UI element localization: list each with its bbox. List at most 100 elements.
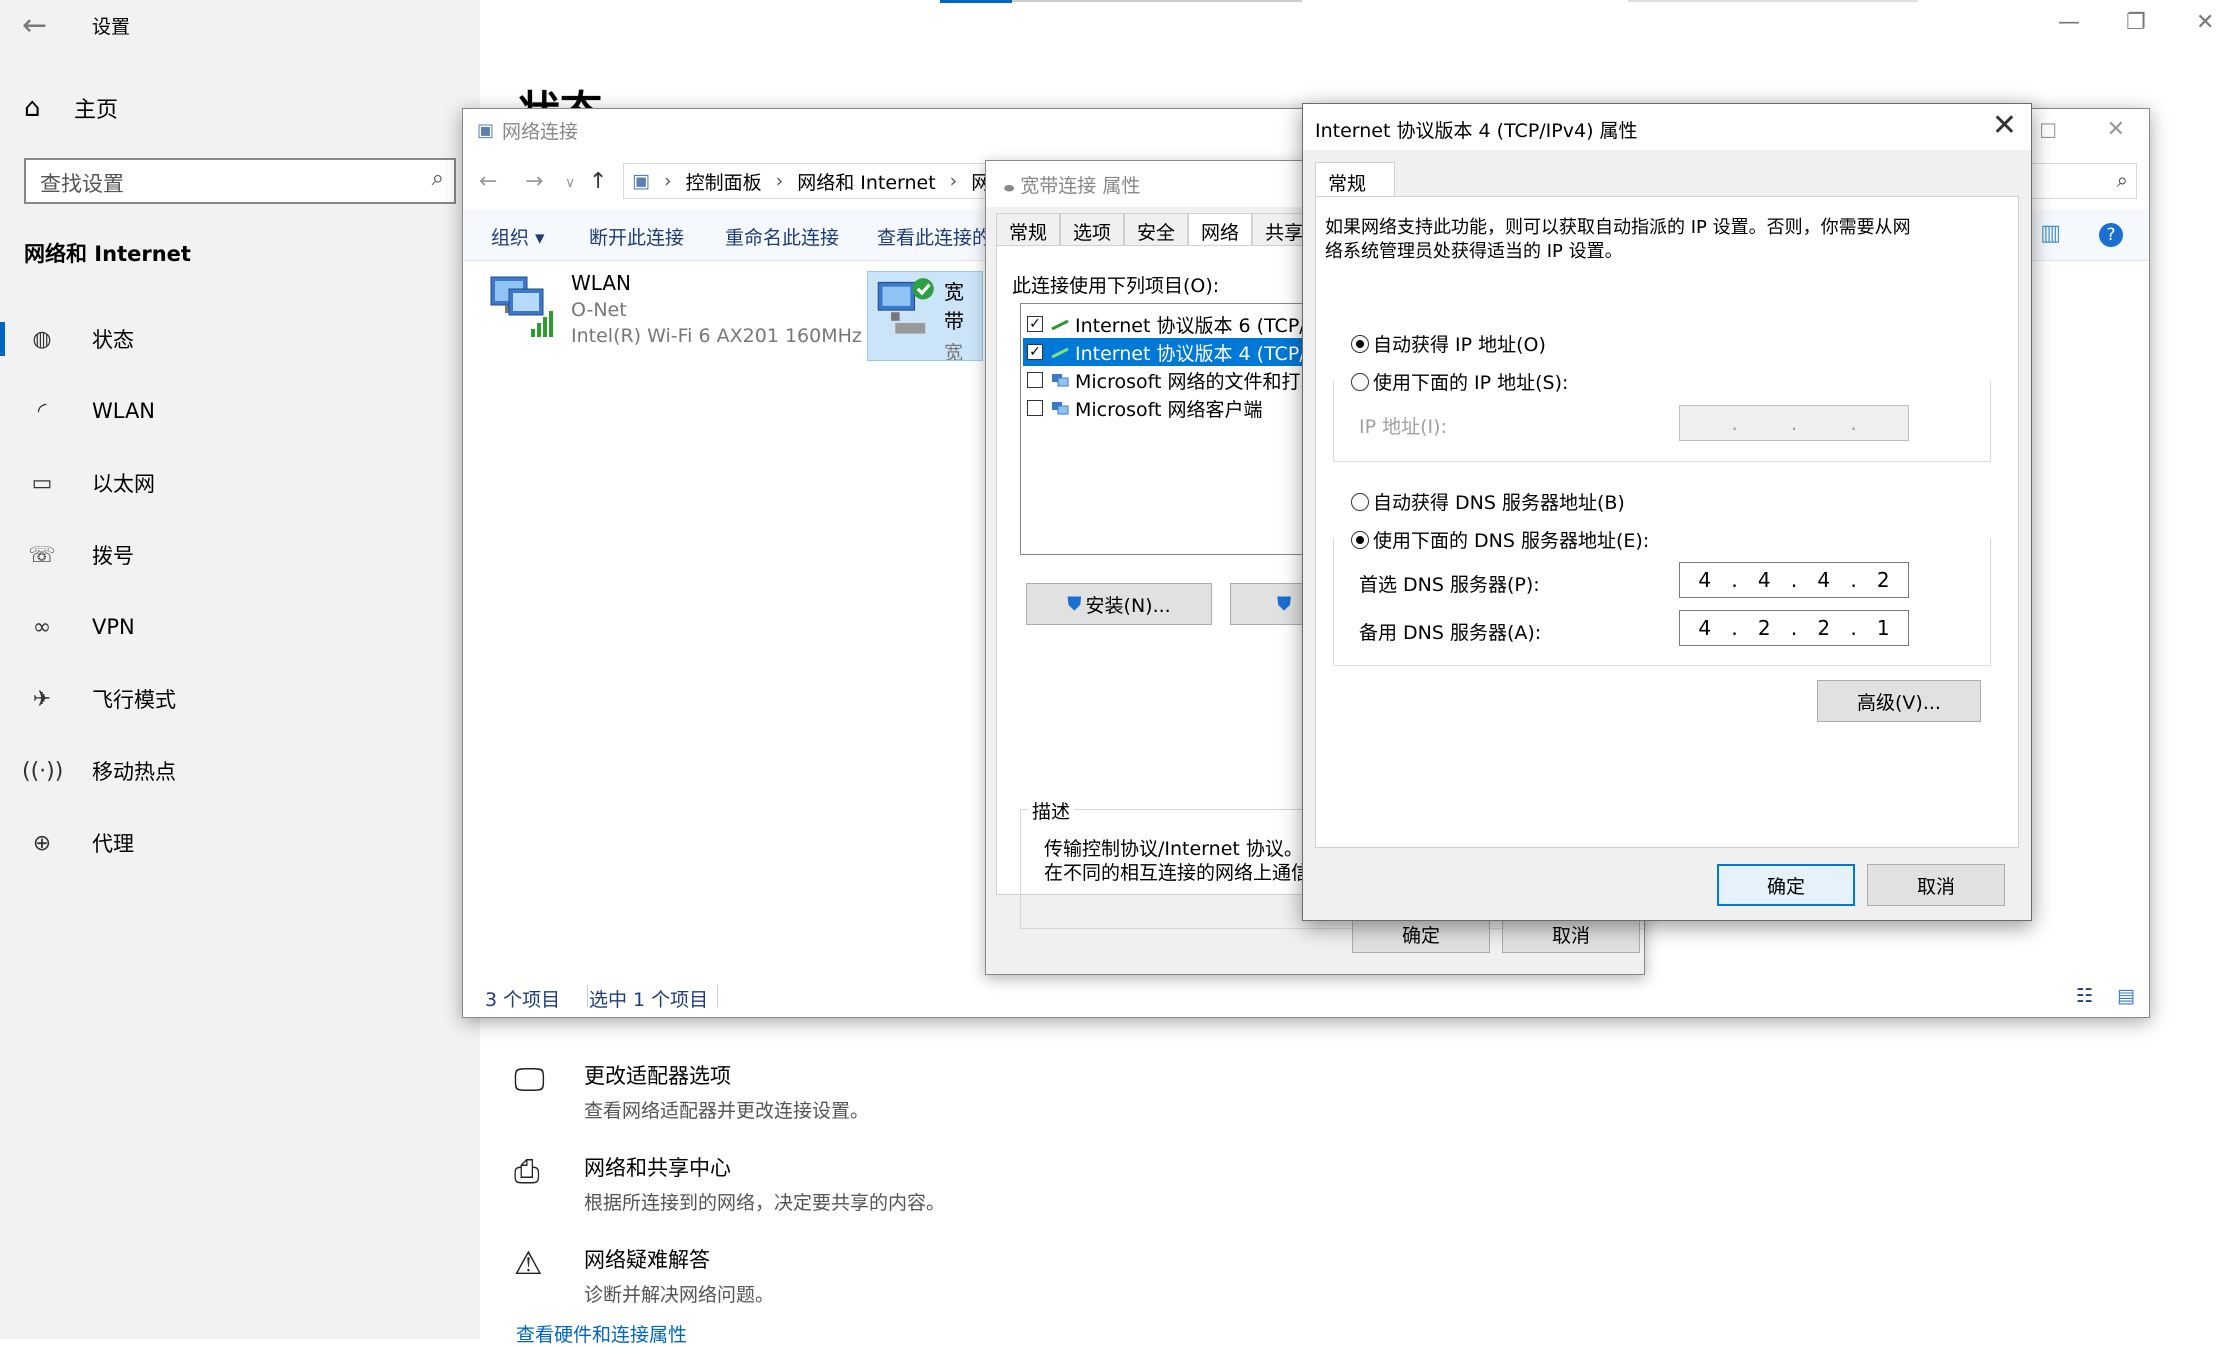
wifi-icon: ◜ [37,398,47,424]
related-sharing-center[interactable]: ⎙ 网络和共享中心 根据所连接到的网络，决定要共享的内容。 [514,1152,945,1215]
settings-sidebar: ← 设置 ⌂ 主页 查找设置 ⌕ 网络和 Internet ◍ 状态 ◜ WLA… [0,0,480,1339]
alternate-dns-label: 备用 DNS 服务器(A): [1359,622,1542,644]
search-icon[interactable]: ⌕ [432,166,444,191]
network-folder-icon: ▣ [477,120,495,141]
ipv4-properties-dialog: Internet 协议版本 4 (TCP/IPv4) 属性 ✕ 常规 如果网络支… [1302,103,2032,921]
tab-general[interactable]: 常规 [1315,162,1395,196]
radio-auto-ip-button[interactable] [1351,334,1369,353]
airplane-icon: ✈ [32,686,52,712]
ethernet-icon: ▭ [31,470,53,496]
tiles-view-icon[interactable]: ▤ [2117,985,2135,1007]
home-icon: ⌂ [24,93,41,123]
help-icon[interactable]: ? [2099,223,2123,247]
top-tab-indicator [940,0,1012,3]
preferred-dns-input[interactable]: 4. 4. 4. 2 [1679,562,1909,598]
ip-address-input: . . . [1679,405,1909,441]
back-icon[interactable]: ← [479,169,497,194]
view-status-button[interactable]: 查看此连接的 [877,223,991,250]
connection-wlan[interactable]: WLAN O-Net Intel(R) Wi-Fi 6 AX201 160MHz [487,271,862,347]
back-arrow-icon[interactable]: ← [22,8,47,43]
broadband-adapter-icon [877,278,934,334]
app-title: 设置 [92,16,131,38]
sidebar-item-wlan[interactable]: ◜ WLAN [0,382,480,440]
checkbox-ms-client[interactable] [1027,400,1043,416]
sidebar-item-ethernet[interactable]: ▭ 以太网 [0,454,480,512]
globe-icon: ⊕ [32,830,52,856]
minimize-icon[interactable]: — [2058,10,2080,35]
up-icon[interactable]: ↑ [589,169,607,194]
search-icon: ⌕ [2116,168,2128,192]
checkbox-ipv6[interactable]: ✓ [1027,316,1043,332]
page-title: 状态 [518,78,602,108]
ipv4-cancel-button[interactable]: 取消 [1867,864,2005,906]
network-client-icon [1052,402,1069,415]
alternate-dns-input[interactable]: 4. 2. 2. 1 [1679,610,1909,646]
preferred-dns-label: 首选 DNS 服务器(P): [1359,574,1540,596]
breadcrumb-control-panel[interactable]: 控制面板 [686,168,762,195]
related-troubleshoot[interactable]: ⚠ 网络疑难解答 诊断并解决网络问题。 [514,1244,774,1307]
close-icon[interactable]: ✕ [2196,10,2214,35]
sharing-center-icon: ⎙ [514,1152,540,1190]
restore-icon[interactable]: ❐ [2126,10,2146,35]
disconnect-button[interactable]: 断开此连接 [589,223,684,250]
item-count: 3 个项目 [485,989,561,1011]
protocol-icon [1051,319,1069,331]
recent-chevron-icon[interactable]: ∨ [565,175,575,191]
sidebar-item-dialup[interactable]: ☏ 拨号 [0,526,480,584]
top-divider-right [1628,0,1918,2]
description-title: 描述 [1028,797,1075,824]
hotspot-icon: ((·)) [22,758,64,784]
globe-status-icon: ◍ [32,326,52,352]
sidebar-item-hotspot[interactable]: ((·)) 移动热点 [0,742,480,800]
sidebar-item-vpn[interactable]: ∞ VPN [0,598,480,656]
nc-search-input[interactable]: ⌕ [2017,163,2137,199]
sidebar-item-proxy[interactable]: ⊕ 代理 [0,814,480,872]
tab-options[interactable]: 选项 [1060,213,1125,245]
ip-address-label: IP 地址(I): [1359,416,1447,438]
components-label: 此连接使用下列项目(O): [1012,275,1220,297]
nav-home[interactable]: ⌂ 主页 [24,92,118,124]
tab-security[interactable]: 安全 [1124,213,1189,245]
network-small-icon: ⬬ [1004,181,1015,195]
hardware-properties-link[interactable]: 查看硬件和连接属性 [516,1320,687,1347]
network-service-icon [1052,374,1069,387]
settings-search-input[interactable]: 查找设置 ⌕ [24,158,456,204]
bb-title: ⬬ 宽带连接 属性 [1004,175,1141,197]
sidebar-item-status[interactable]: ◍ 状态 [0,310,480,368]
install-button[interactable]: ⛊ 安装(N)... [1026,583,1212,625]
nc-maximize-icon[interactable]: ☐ [2039,119,2057,143]
bb-tabs: 常规 选项 安全 网络 共享 [996,213,1317,245]
checkbox-ipv4[interactable]: ✓ [1027,344,1043,360]
folder-icon: ▣ [632,170,650,192]
rename-button[interactable]: 重命名此连接 [725,223,839,250]
wireless-adapter-icon [490,276,553,337]
close-icon[interactable]: ✕ [1992,108,2017,143]
advanced-button[interactable]: 高级(V)... [1817,680,1981,722]
radio-auto-dns-button[interactable] [1351,492,1369,511]
organize-button[interactable]: 组织 ▾ [491,223,545,250]
checkbox-file-sharing[interactable] [1027,372,1043,388]
radio-auto-ip[interactable]: 自动获得 IP 地址(O) [1351,330,1546,357]
top-divider [1012,0,1302,2]
radio-auto-dns[interactable]: 自动获得 DNS 服务器地址(B) [1351,488,1625,515]
sidebar-item-airplane[interactable]: ✈ 飞行模式 [0,670,480,728]
tab-general[interactable]: 常规 [996,213,1061,245]
related-adapter-options[interactable]: 🖵 更改适配器选项 查看网络适配器并更改连接设置。 [514,1060,869,1123]
nc-titlebar: ▣ 网络连接 [477,120,579,143]
ipv4-description: 如果网络支持此功能，则可以获取自动指派的 IP 设置。否则，你需要从网 络系统管… [1325,217,1911,262]
nc-close-icon[interactable]: ✕ [2107,117,2125,142]
dialup-icon: ☏ [28,542,56,568]
details-view-icon[interactable]: ☷ [2076,985,2093,1007]
preview-pane-icon[interactable]: ▥ [2040,221,2061,246]
breadcrumb-network-internet[interactable]: 网络和 Internet [797,168,935,195]
shield-icon: ⛊ [1277,593,1292,615]
forward-icon[interactable]: → [525,169,543,194]
protocol-icon [1051,347,1069,359]
selected-count: 选中 1 个项目 [589,989,709,1011]
tab-networking[interactable]: 网络 [1188,213,1253,245]
warning-icon: ⚠ [514,1244,543,1282]
connection-broadband[interactable]: 宽带 宽带 WA [867,271,983,361]
vpn-icon: ∞ [32,614,52,640]
adapter-icon: 🖵 [514,1060,545,1098]
ipv4-ok-button[interactable]: 确定 [1717,864,1855,906]
